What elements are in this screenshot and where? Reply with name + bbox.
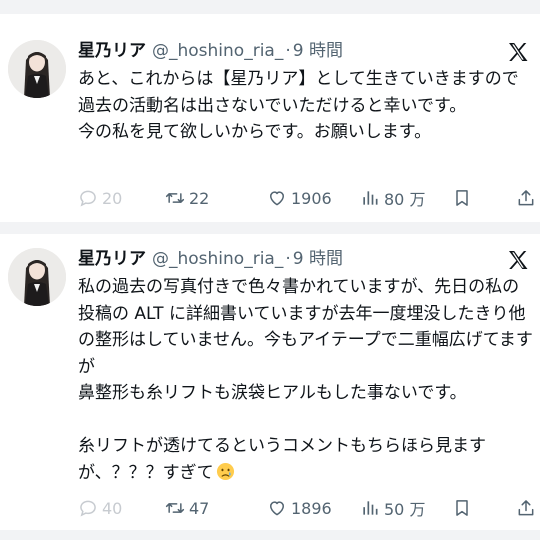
retweet-count: 47 [189,498,210,518]
tweet-header: 星乃リア @_hoshino_ria_ · 9 時間 [78,248,343,270]
reply-count: 40 [102,498,123,518]
separator-dot: · [285,249,291,269]
reply-icon [80,190,96,207]
views-button[interactable]: 80 万 [360,186,425,210]
reply-button[interactable]: 20 [78,186,122,210]
timestamp[interactable]: 9 時間 [293,249,343,269]
like-button[interactable]: 1896 [267,496,332,520]
retweet-icon [165,193,185,203]
separator-top [0,0,540,14]
avatar[interactable] [8,40,66,98]
tweet[interactable]: 星乃リア @_hoshino_ria_ · 9 時間 私の過去の写真付きで色々書かれて… [0,234,540,530]
bookmark-button[interactable] [452,186,476,210]
crying-face-icon [216,462,234,480]
x-logo-icon[interactable] [506,248,530,272]
retweet-count: 22 [189,188,210,208]
reply-button[interactable]: 40 [78,496,122,520]
action-bar: 40 47 1896 50 万 [78,496,534,520]
separator-dot: · [285,41,291,61]
display-name[interactable]: 星乃リア [78,41,146,61]
retweet-button[interactable]: 22 [165,186,209,210]
timestamp[interactable]: 9 時間 [293,41,343,61]
action-bar: 20 22 1906 80 万 [78,186,534,210]
tweet-text-content: 私の過去の写真付きで色々書かれていますが、先日の私の投稿の ALT に詳細書いて… [78,277,533,483]
bookmark-button[interactable] [452,496,476,520]
display-name[interactable]: 星乃リア [78,249,146,269]
like-icon [270,191,284,206]
separator-middle [0,222,540,234]
share-icon [518,190,534,206]
tweet[interactable]: 星乃リア @_hoshino_ria_ · 9 時間 あと、これからは【星乃リア】とし… [0,26,540,222]
share-icon [518,500,534,516]
like-count: 1906 [291,188,332,208]
views-icon [363,191,378,205]
retweet-icon [165,503,185,513]
views-button[interactable]: 50 万 [360,496,425,520]
separator-bottom [0,530,540,540]
retweet-button[interactable]: 47 [165,496,209,520]
tweet-text: あと、これからは【星乃リア】として生きていきますので過去の活動名は出さないでいた… [78,69,519,142]
views-icon [363,501,378,515]
like-button[interactable]: 1906 [267,186,332,210]
view-count: 80 万 [384,190,426,209]
share-button[interactable] [516,186,540,210]
share-button[interactable] [516,496,540,520]
bookmark-icon [456,190,468,206]
view-count: 50 万 [384,500,426,519]
x-logo-icon[interactable] [506,40,530,64]
like-count: 1896 [291,498,332,518]
avatar[interactable] [8,248,66,306]
bookmark-icon [456,500,468,516]
reply-icon [80,500,96,517]
user-handle[interactable]: @_hoshino_ria_ [152,249,283,269]
user-handle[interactable]: @_hoshino_ria_ [152,41,283,61]
reply-count: 20 [102,188,123,208]
tweet-header: 星乃リア @_hoshino_ria_ · 9 時間 [78,40,343,62]
like-icon [270,501,284,516]
tweet-text: 私の過去の写真付きで色々書かれていますが、先日の私の投稿の ALT に詳細書いて… [78,274,534,486]
